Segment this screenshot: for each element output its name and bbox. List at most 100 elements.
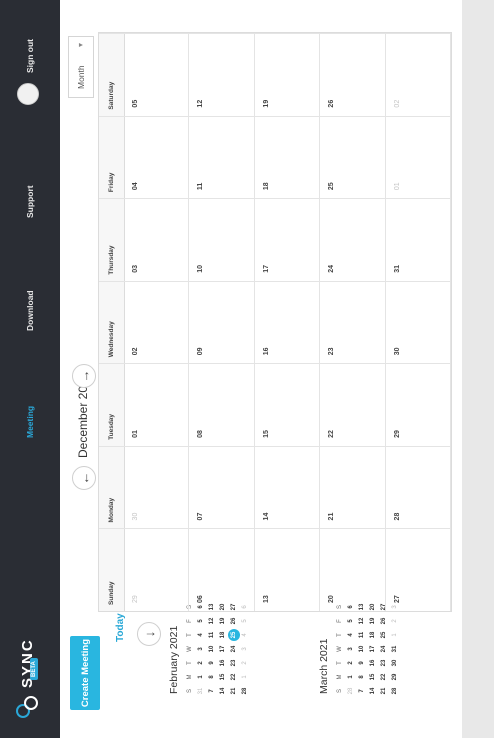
calendar-day-cell[interactable]: 07 bbox=[189, 445, 255, 529]
calendar-day-cell[interactable]: 30 bbox=[124, 445, 190, 529]
mini-day[interactable]: 17 bbox=[218, 642, 229, 656]
today-link[interactable]: Today bbox=[115, 613, 126, 642]
calendar-day-cell[interactable]: 24 bbox=[320, 198, 386, 281]
mini-day[interactable]: 19 bbox=[368, 614, 379, 628]
mini-day[interactable]: 7 bbox=[207, 684, 218, 698]
mini-day[interactable]: 10 bbox=[207, 642, 218, 656]
mini-day[interactable]: 9 bbox=[207, 656, 218, 670]
mini-day[interactable]: 3 bbox=[240, 642, 251, 656]
mini-day[interactable]: 26 bbox=[229, 614, 240, 628]
mini-day[interactable]: 12 bbox=[357, 614, 368, 628]
mini-day[interactable]: 24 bbox=[229, 642, 240, 656]
mini-day[interactable]: 10 bbox=[357, 642, 368, 656]
mini-day[interactable]: 9 bbox=[357, 656, 368, 670]
mini-day[interactable]: 22 bbox=[379, 670, 390, 684]
mini-day[interactable]: 4 bbox=[240, 628, 251, 642]
mini-day[interactable]: 25 bbox=[379, 628, 390, 642]
calendar-day-cell[interactable]: 14 bbox=[254, 445, 321, 529]
mini-day[interactable]: 1 bbox=[346, 670, 357, 684]
calendar-day-cell[interactable]: 10 bbox=[189, 198, 255, 281]
calendar-day-cell[interactable]: 06 bbox=[189, 528, 255, 611]
calendar-day-cell[interactable]: 19 bbox=[254, 33, 321, 116]
calendar-day-cell[interactable]: 01 bbox=[124, 363, 190, 446]
mini-day[interactable]: 25 bbox=[229, 628, 240, 642]
mini-day[interactable]: 1 bbox=[390, 628, 401, 642]
mini-day[interactable]: 4 bbox=[346, 628, 357, 642]
nav-download[interactable]: Download bbox=[25, 290, 35, 331]
mini-day[interactable]: 14 bbox=[218, 684, 229, 698]
create-meeting-button[interactable]: Create Meeting bbox=[70, 636, 100, 710]
calendar-day-cell[interactable]: 02 bbox=[124, 280, 190, 364]
mini-day[interactable]: 19 bbox=[218, 614, 229, 628]
mini-day[interactable]: 22 bbox=[229, 670, 240, 684]
mini-day[interactable]: 8 bbox=[207, 670, 218, 684]
mini-day[interactable]: 16 bbox=[368, 656, 379, 670]
mini-day[interactable]: 31 bbox=[390, 642, 401, 656]
mini-day[interactable]: 14 bbox=[368, 684, 379, 698]
calendar-day-cell[interactable]: 05 bbox=[124, 33, 190, 116]
mini-day[interactable]: 11 bbox=[207, 628, 218, 642]
calendar-day-cell[interactable]: 18 bbox=[254, 115, 321, 199]
mini-day[interactable]: 21 bbox=[379, 684, 390, 698]
calendar-day-cell[interactable]: 02 bbox=[385, 33, 451, 116]
calendar-day-cell[interactable]: 08 bbox=[189, 363, 255, 446]
calendar-day-cell[interactable]: 04 bbox=[124, 115, 190, 199]
calendar-day-cell[interactable]: 23 bbox=[320, 280, 386, 364]
calendar-day-cell[interactable]: 09 bbox=[189, 280, 255, 364]
mini-day[interactable]: 5 bbox=[346, 614, 357, 628]
mini-day[interactable]: 11 bbox=[357, 628, 368, 642]
mini-day[interactable]: 8 bbox=[357, 670, 368, 684]
mini-day[interactable]: 30 bbox=[390, 656, 401, 670]
calendar-day-cell[interactable]: 30 bbox=[385, 280, 451, 364]
calendar-day-cell[interactable]: 16 bbox=[254, 280, 321, 364]
calendar-day-cell[interactable]: 13 bbox=[254, 528, 321, 611]
nav-meeting[interactable]: Meeting bbox=[25, 406, 35, 438]
calendar-day-cell[interactable]: 01 bbox=[385, 115, 451, 199]
calendar-day-cell[interactable]: 12 bbox=[189, 33, 255, 116]
calendar-day-cell[interactable]: 31 bbox=[385, 198, 451, 281]
mini-day[interactable]: 18 bbox=[368, 628, 379, 642]
mini-day[interactable]: 2 bbox=[196, 656, 207, 670]
mini-prev-button[interactable]: ↓ bbox=[137, 622, 161, 646]
calendar-day-cell[interactable]: 25 bbox=[320, 115, 386, 199]
calendar-day-cell[interactable]: 28 bbox=[385, 445, 451, 529]
mini-day[interactable]: 28 bbox=[390, 684, 401, 698]
mini-day[interactable]: 15 bbox=[218, 670, 229, 684]
mini-day[interactable]: 15 bbox=[368, 670, 379, 684]
mini-day[interactable]: 26 bbox=[379, 614, 390, 628]
calendar-day-cell[interactable]: 27 bbox=[385, 528, 451, 611]
calendar-day-cell[interactable]: 03 bbox=[124, 198, 190, 281]
mini-day[interactable]: 28 bbox=[346, 684, 357, 698]
calendar-day-cell[interactable]: 17 bbox=[254, 198, 321, 281]
calendar-day-cell[interactable]: 29 bbox=[385, 363, 451, 446]
mini-day[interactable]: 2 bbox=[390, 614, 401, 628]
mini-day[interactable]: 2 bbox=[346, 656, 357, 670]
mini-day[interactable]: 7 bbox=[357, 684, 368, 698]
mini-day[interactable]: 12 bbox=[207, 614, 218, 628]
mini-day[interactable]: 5 bbox=[196, 614, 207, 628]
next-month-button[interactable]: → bbox=[72, 364, 96, 388]
mini-day[interactable]: 3 bbox=[196, 642, 207, 656]
view-select[interactable]: Month ▾ bbox=[68, 36, 94, 98]
mini-day[interactable]: 24 bbox=[379, 642, 390, 656]
mini-day[interactable]: 1 bbox=[196, 670, 207, 684]
mini-day[interactable]: 4 bbox=[196, 628, 207, 642]
calendar-day-cell[interactable]: 29 bbox=[124, 528, 190, 611]
nav-sign-out[interactable]: Sign out bbox=[25, 39, 35, 73]
mini-day[interactable]: 16 bbox=[218, 656, 229, 670]
prev-month-button[interactable]: ← bbox=[72, 466, 96, 490]
mini-day[interactable]: 17 bbox=[368, 642, 379, 656]
mini-day[interactable]: 21 bbox=[229, 684, 240, 698]
calendar-day-cell[interactable]: 21 bbox=[320, 445, 386, 529]
calendar-day-cell[interactable]: 26 bbox=[320, 33, 386, 116]
mini-day[interactable]: 2 bbox=[240, 656, 251, 670]
mini-day[interactable]: 28 bbox=[240, 684, 251, 698]
mini-day[interactable]: 18 bbox=[218, 628, 229, 642]
mini-day[interactable]: 31 bbox=[196, 684, 207, 698]
calendar-day-cell[interactable]: 15 bbox=[254, 363, 321, 446]
mini-day[interactable]: 23 bbox=[379, 656, 390, 670]
mini-day[interactable]: 3 bbox=[346, 642, 357, 656]
mini-day[interactable]: 1 bbox=[240, 670, 251, 684]
nav-support[interactable]: Support bbox=[25, 185, 35, 218]
calendar-day-cell[interactable]: 22 bbox=[320, 363, 386, 446]
